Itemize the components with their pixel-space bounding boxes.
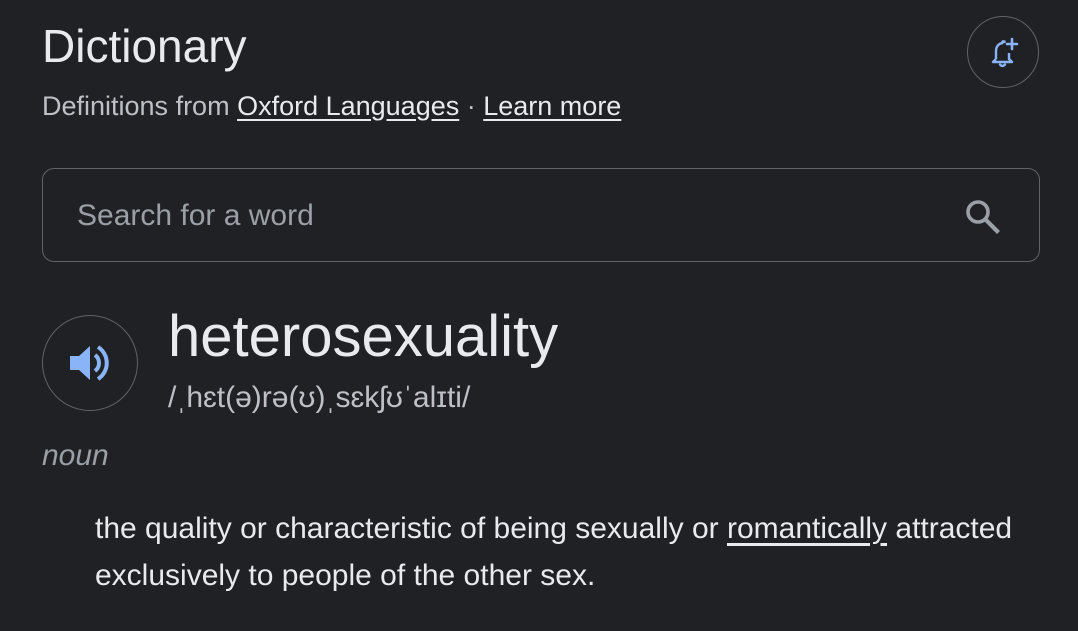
search-input[interactable] (75, 189, 939, 243)
search-box (42, 168, 1040, 262)
create-alert-button[interactable] (967, 16, 1039, 88)
search-icon[interactable] (962, 196, 1002, 236)
learn-more-link[interactable]: Learn more (483, 91, 621, 121)
bell-plus-icon (991, 37, 1019, 68)
oxford-languages-link[interactable]: Oxford Languages (237, 91, 459, 121)
phonetic-spelling: /ˌhɛt(ə)rə(ʊ)ˌsɛkʃʊˈalɪti/ (168, 381, 471, 414)
speaker-icon (70, 345, 109, 381)
part-of-speech: noun (42, 439, 109, 472)
pronunciation-audio-button[interactable] (42, 315, 138, 411)
definition-text: the quality or characteristic of being s… (95, 505, 1055, 599)
source-line: Definitions from Oxford Languages · Lear… (42, 88, 621, 124)
headword: heterosexuality (168, 304, 559, 369)
definition-part-1: the quality or characteristic of being s… (95, 512, 727, 545)
romantically-link[interactable]: romantically (727, 512, 887, 545)
page-title: Dictionary (42, 20, 247, 72)
source-prefix: Definitions from (42, 91, 238, 121)
separator: · (459, 91, 484, 121)
